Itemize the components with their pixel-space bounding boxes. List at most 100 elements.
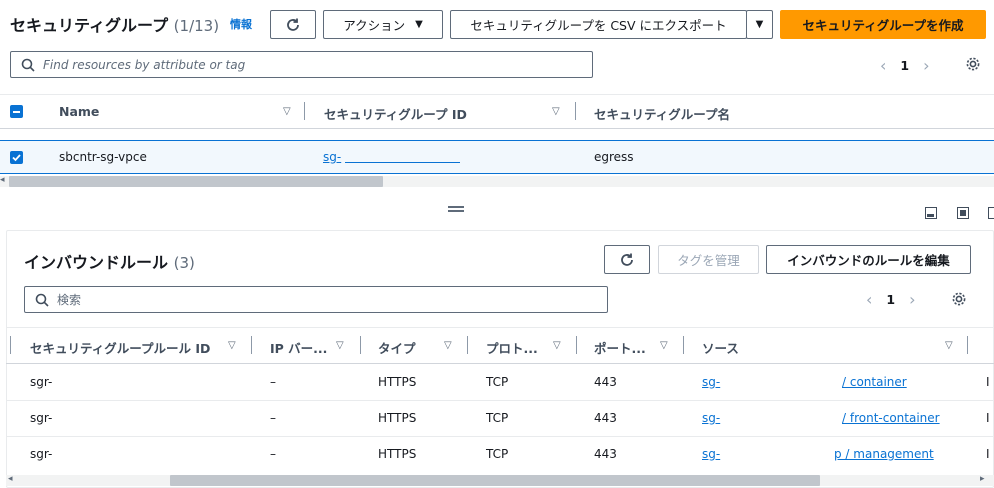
cell-ip-version: –: [270, 447, 276, 461]
column-header-port[interactable]: ポート...: [594, 338, 646, 357]
resize-handle[interactable]: [448, 206, 464, 208]
search-icon: [35, 293, 49, 307]
scroll-left-icon[interactable]: ◂: [0, 175, 5, 185]
sort-icon[interactable]: ▽: [336, 340, 344, 351]
column-divider[interactable]: [575, 102, 576, 120]
actions-label: アクション: [343, 18, 406, 33]
cell-truncated: I: [986, 375, 990, 389]
cell-rule-id: sgr-: [30, 375, 53, 389]
cell-source-link[interactable]: sg-: [702, 447, 720, 461]
inbound-count: (3): [173, 254, 195, 272]
cell-ip-version: –: [270, 375, 276, 389]
cell-type: HTTPS: [378, 447, 417, 461]
panel-full-icon[interactable]: [988, 207, 994, 219]
scrollbar-thumb[interactable]: [170, 475, 820, 486]
info-link[interactable]: 情報: [230, 16, 252, 32]
search-placeholder: Find resources by attribute or tag: [43, 57, 246, 72]
sort-icon[interactable]: ▽: [283, 106, 291, 117]
scrollbar-thumb[interactable]: [9, 176, 383, 187]
cell-source-name[interactable]: / front-container: [842, 411, 940, 425]
panel-side-icon[interactable]: [957, 207, 969, 219]
cell-truncated: I: [986, 411, 990, 425]
column-header-ip-version[interactable]: IP バー...: [270, 338, 327, 357]
column-header-sg-name[interactable]: セキュリティグループ名: [594, 104, 730, 123]
divider: [0, 128, 994, 129]
gear-icon[interactable]: [951, 291, 967, 307]
sort-icon[interactable]: ▽: [553, 340, 561, 351]
cell-sg-id[interactable]: sg-: [323, 150, 341, 164]
scroll-left-icon[interactable]: ◂: [8, 474, 13, 484]
chevron-left-icon[interactable]: ‹: [866, 290, 872, 309]
check-icon: [12, 154, 21, 162]
caret-down-icon: ▼: [755, 19, 764, 30]
select-all-checkbox[interactable]: [10, 105, 23, 118]
column-divider[interactable]: [683, 336, 684, 354]
selection-count: (1/13): [173, 17, 220, 35]
column-header-name[interactable]: Name: [59, 104, 99, 119]
chevron-right-icon[interactable]: ›: [909, 290, 915, 309]
sort-icon[interactable]: ▽: [945, 340, 953, 351]
actions-button[interactable]: アクション ▼: [323, 10, 443, 39]
cell-protocol: TCP: [486, 375, 509, 389]
export-dropdown-button[interactable]: ▼: [746, 10, 773, 39]
create-security-group-button[interactable]: セキュリティグループを作成: [780, 10, 986, 39]
cell-name: sbcntr-sg-vpce: [59, 150, 147, 164]
row-checkbox[interactable]: [10, 151, 23, 164]
cell-port: 443: [594, 447, 617, 461]
panel-bottom-icon[interactable]: [925, 207, 937, 219]
page-title: セキュリティグループ (1/13): [10, 12, 219, 36]
inbound-current-page[interactable]: 1: [886, 292, 895, 307]
cell-rule-id: sgr-: [30, 411, 53, 425]
chevron-right-icon[interactable]: ›: [923, 56, 929, 75]
inbound-title: インバウンドルール (3): [24, 249, 195, 273]
sort-icon[interactable]: ▽: [228, 340, 236, 351]
column-header-sg-id[interactable]: セキュリティグループ ID: [324, 104, 467, 123]
column-header-protocol[interactable]: プロト...: [486, 338, 538, 357]
divider: [6, 327, 994, 328]
edit-inbound-rules-button[interactable]: インバウンドのルールを編集: [766, 245, 971, 274]
sort-icon[interactable]: ▽: [660, 340, 668, 351]
cell-type: HTTPS: [378, 375, 417, 389]
pagination: ‹ 1 ›: [880, 56, 930, 75]
sort-icon[interactable]: ▽: [444, 340, 452, 351]
cell-source-link[interactable]: sg-: [702, 375, 720, 389]
refresh-button[interactable]: [270, 10, 316, 39]
cell-source-name[interactable]: p / management: [834, 447, 934, 461]
column-header-rule-id[interactable]: セキュリティグループルール ID: [30, 338, 210, 357]
divider: [0, 94, 994, 95]
current-page[interactable]: 1: [900, 58, 909, 73]
gear-icon[interactable]: [965, 56, 981, 72]
scroll-right-icon[interactable]: ▸: [980, 474, 985, 484]
search-icon: [21, 58, 35, 72]
inbound-refresh-button[interactable]: [604, 245, 650, 274]
inbound-search-input[interactable]: 検索: [24, 286, 608, 313]
cell-port: 443: [594, 375, 617, 389]
manage-tags-button[interactable]: タグを管理: [658, 245, 759, 274]
refresh-icon: [287, 18, 299, 31]
column-divider[interactable]: [467, 336, 468, 354]
inbound-pagination: ‹ 1 ›: [866, 290, 916, 309]
column-divider[interactable]: [576, 336, 577, 354]
chevron-left-icon[interactable]: ‹: [880, 56, 886, 75]
column-divider[interactable]: [967, 336, 968, 354]
cell-rule-id: sgr-: [30, 447, 53, 461]
table-row[interactable]: [0, 140, 994, 174]
column-header-source[interactable]: ソース: [702, 338, 739, 357]
inbound-title-text: インバウンドルール: [24, 253, 169, 272]
link-underline: [345, 162, 460, 163]
cell-protocol: TCP: [486, 411, 509, 425]
cell-source-link[interactable]: sg-: [702, 411, 720, 425]
sort-icon[interactable]: ▽: [552, 106, 560, 117]
cell-truncated: I: [986, 447, 990, 461]
column-divider[interactable]: [304, 102, 305, 120]
cell-source-name[interactable]: / container: [842, 375, 907, 389]
column-header-type[interactable]: タイプ: [378, 338, 416, 357]
edit-inbound-label: インバウンドのルールを編集: [787, 253, 950, 268]
search-input[interactable]: Find resources by attribute or tag: [10, 51, 593, 78]
column-divider[interactable]: [10, 336, 11, 354]
column-divider[interactable]: [360, 336, 361, 354]
column-divider[interactable]: [251, 336, 252, 354]
divider: [6, 436, 994, 437]
create-label: セキュリティグループを作成: [802, 18, 964, 33]
export-csv-button[interactable]: セキュリティグループを CSV にエクスポート: [450, 10, 747, 39]
